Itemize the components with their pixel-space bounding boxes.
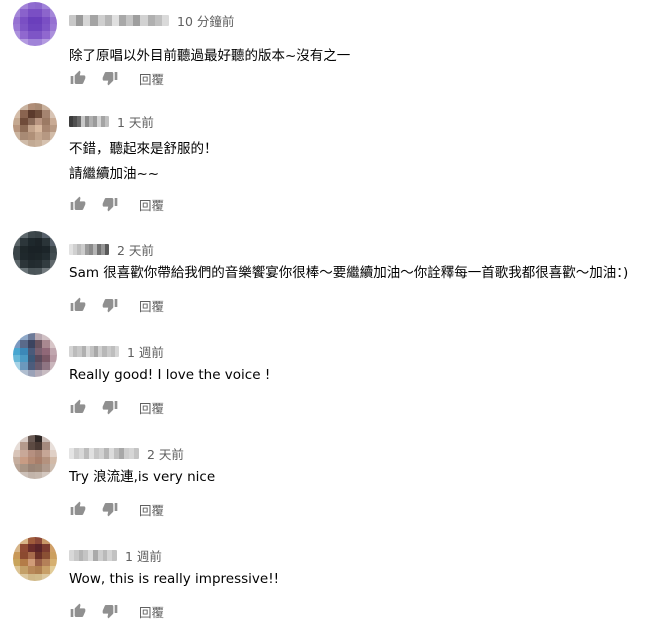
like-button[interactable]: [69, 195, 87, 213]
thumbs-up-icon: [70, 297, 86, 311]
comment-text: Really good! I love the voice !: [69, 367, 271, 383]
dislike-button[interactable]: [101, 69, 119, 87]
dislike-button[interactable]: [101, 398, 119, 416]
thumbs-down-icon: [102, 605, 118, 619]
comment-timestamp[interactable]: 1 週前: [125, 546, 162, 565]
comment-item: 2 天前 Try 浪流連,is very nice 回覆: [0, 435, 669, 535]
thumbs-down-icon: [102, 72, 118, 86]
comment-header: 2 天前: [69, 240, 154, 259]
dislike-button[interactable]: [101, 195, 119, 213]
comment-item: 10 分鐘前除了原唱以外目前聽過最好聽的版本~沒有之一回覆: [0, 2, 669, 102]
comment-actions: 回覆: [69, 195, 164, 213]
thumbs-up-icon: [70, 399, 86, 413]
author-name-redacted[interactable]: [69, 447, 139, 459]
thumbs-up-icon: [70, 70, 86, 84]
comment-timestamp[interactable]: 2 天前: [117, 240, 154, 259]
comment-text: 除了原唱以外目前聽過最好聽的版本~沒有之一: [69, 48, 351, 64]
comment-header: 10 分鐘前: [69, 11, 234, 30]
comment-header: 1 週前: [69, 342, 164, 361]
reply-button[interactable]: 回覆: [139, 296, 164, 315]
comment-actions: 回覆: [69, 602, 164, 620]
like-button[interactable]: [69, 69, 87, 87]
thumbs-down-icon: [102, 299, 118, 313]
like-button[interactable]: [69, 602, 87, 620]
like-button[interactable]: [69, 500, 87, 518]
comment-actions: 回覆: [69, 69, 164, 87]
author-name-redacted[interactable]: [69, 14, 169, 26]
thumbs-down-icon: [102, 503, 118, 517]
thumbs-up-icon: [70, 603, 86, 617]
reply-button[interactable]: 回覆: [139, 500, 164, 519]
thumbs-up-icon: [70, 501, 86, 515]
avatar[interactable]: [13, 537, 57, 581]
comment-text: 請繼續加油~~: [69, 166, 160, 182]
comment-timestamp[interactable]: 2 天前: [147, 444, 184, 463]
comment-header: 2 天前: [69, 444, 184, 463]
comment-timestamp[interactable]: 10 分鐘前: [177, 11, 234, 30]
comment-text: Sam 很喜歡你帶給我們的音樂饗宴你很棒～要繼續加油～你詮釋每一首歌我都很喜歡～…: [69, 265, 629, 281]
avatar[interactable]: [13, 2, 57, 46]
comment-item: 1 天前不錯，聽起來是舒服的！ 請繼續加油~~ 回覆: [0, 103, 669, 213]
author-name-redacted[interactable]: [69, 115, 109, 127]
comment-header: 1 天前: [69, 112, 154, 131]
comment-text: Try 浪流連,is very nice: [69, 469, 216, 485]
like-button[interactable]: [69, 398, 87, 416]
thumbs-up-icon: [70, 196, 86, 210]
comment-item: 1 週前 Wow, this is really impressive!! 回覆: [0, 537, 669, 637]
avatar[interactable]: [13, 103, 57, 147]
reply-button[interactable]: 回覆: [139, 398, 164, 417]
like-button[interactable]: [69, 296, 87, 314]
comment-timestamp[interactable]: 1 天前: [117, 112, 154, 131]
author-name-redacted[interactable]: [69, 345, 119, 357]
comment-timestamp[interactable]: 1 週前: [127, 342, 164, 361]
avatar[interactable]: [13, 333, 57, 377]
dislike-button[interactable]: [101, 296, 119, 314]
dislike-button[interactable]: [101, 500, 119, 518]
author-name-redacted[interactable]: [69, 549, 117, 561]
comment-actions: 回覆: [69, 398, 164, 416]
reply-button[interactable]: 回覆: [139, 195, 164, 214]
avatar[interactable]: [13, 435, 57, 479]
dislike-button[interactable]: [101, 602, 119, 620]
comment-text: 不錯，聽起來是舒服的！: [69, 141, 218, 157]
reply-button[interactable]: 回覆: [139, 602, 164, 621]
comment-item: 2 天前 Sam 很喜歡你帶給我們的音樂饗宴你很棒～要繼續加油～你詮釋每一首歌我都…: [0, 231, 669, 331]
avatar[interactable]: [13, 231, 57, 275]
thumbs-down-icon: [102, 198, 118, 212]
comment-actions: 回覆: [69, 296, 164, 314]
thumbs-down-icon: [102, 401, 118, 415]
comment-header: 1 週前: [69, 546, 162, 565]
author-name-redacted[interactable]: [69, 243, 109, 255]
reply-button[interactable]: 回覆: [139, 69, 164, 88]
comment-actions: 回覆: [69, 500, 164, 518]
comment-text: Wow, this is really impressive!!: [69, 571, 280, 587]
comment-item: 1 週前 Really good! I love the voice ! 回覆: [0, 333, 669, 433]
